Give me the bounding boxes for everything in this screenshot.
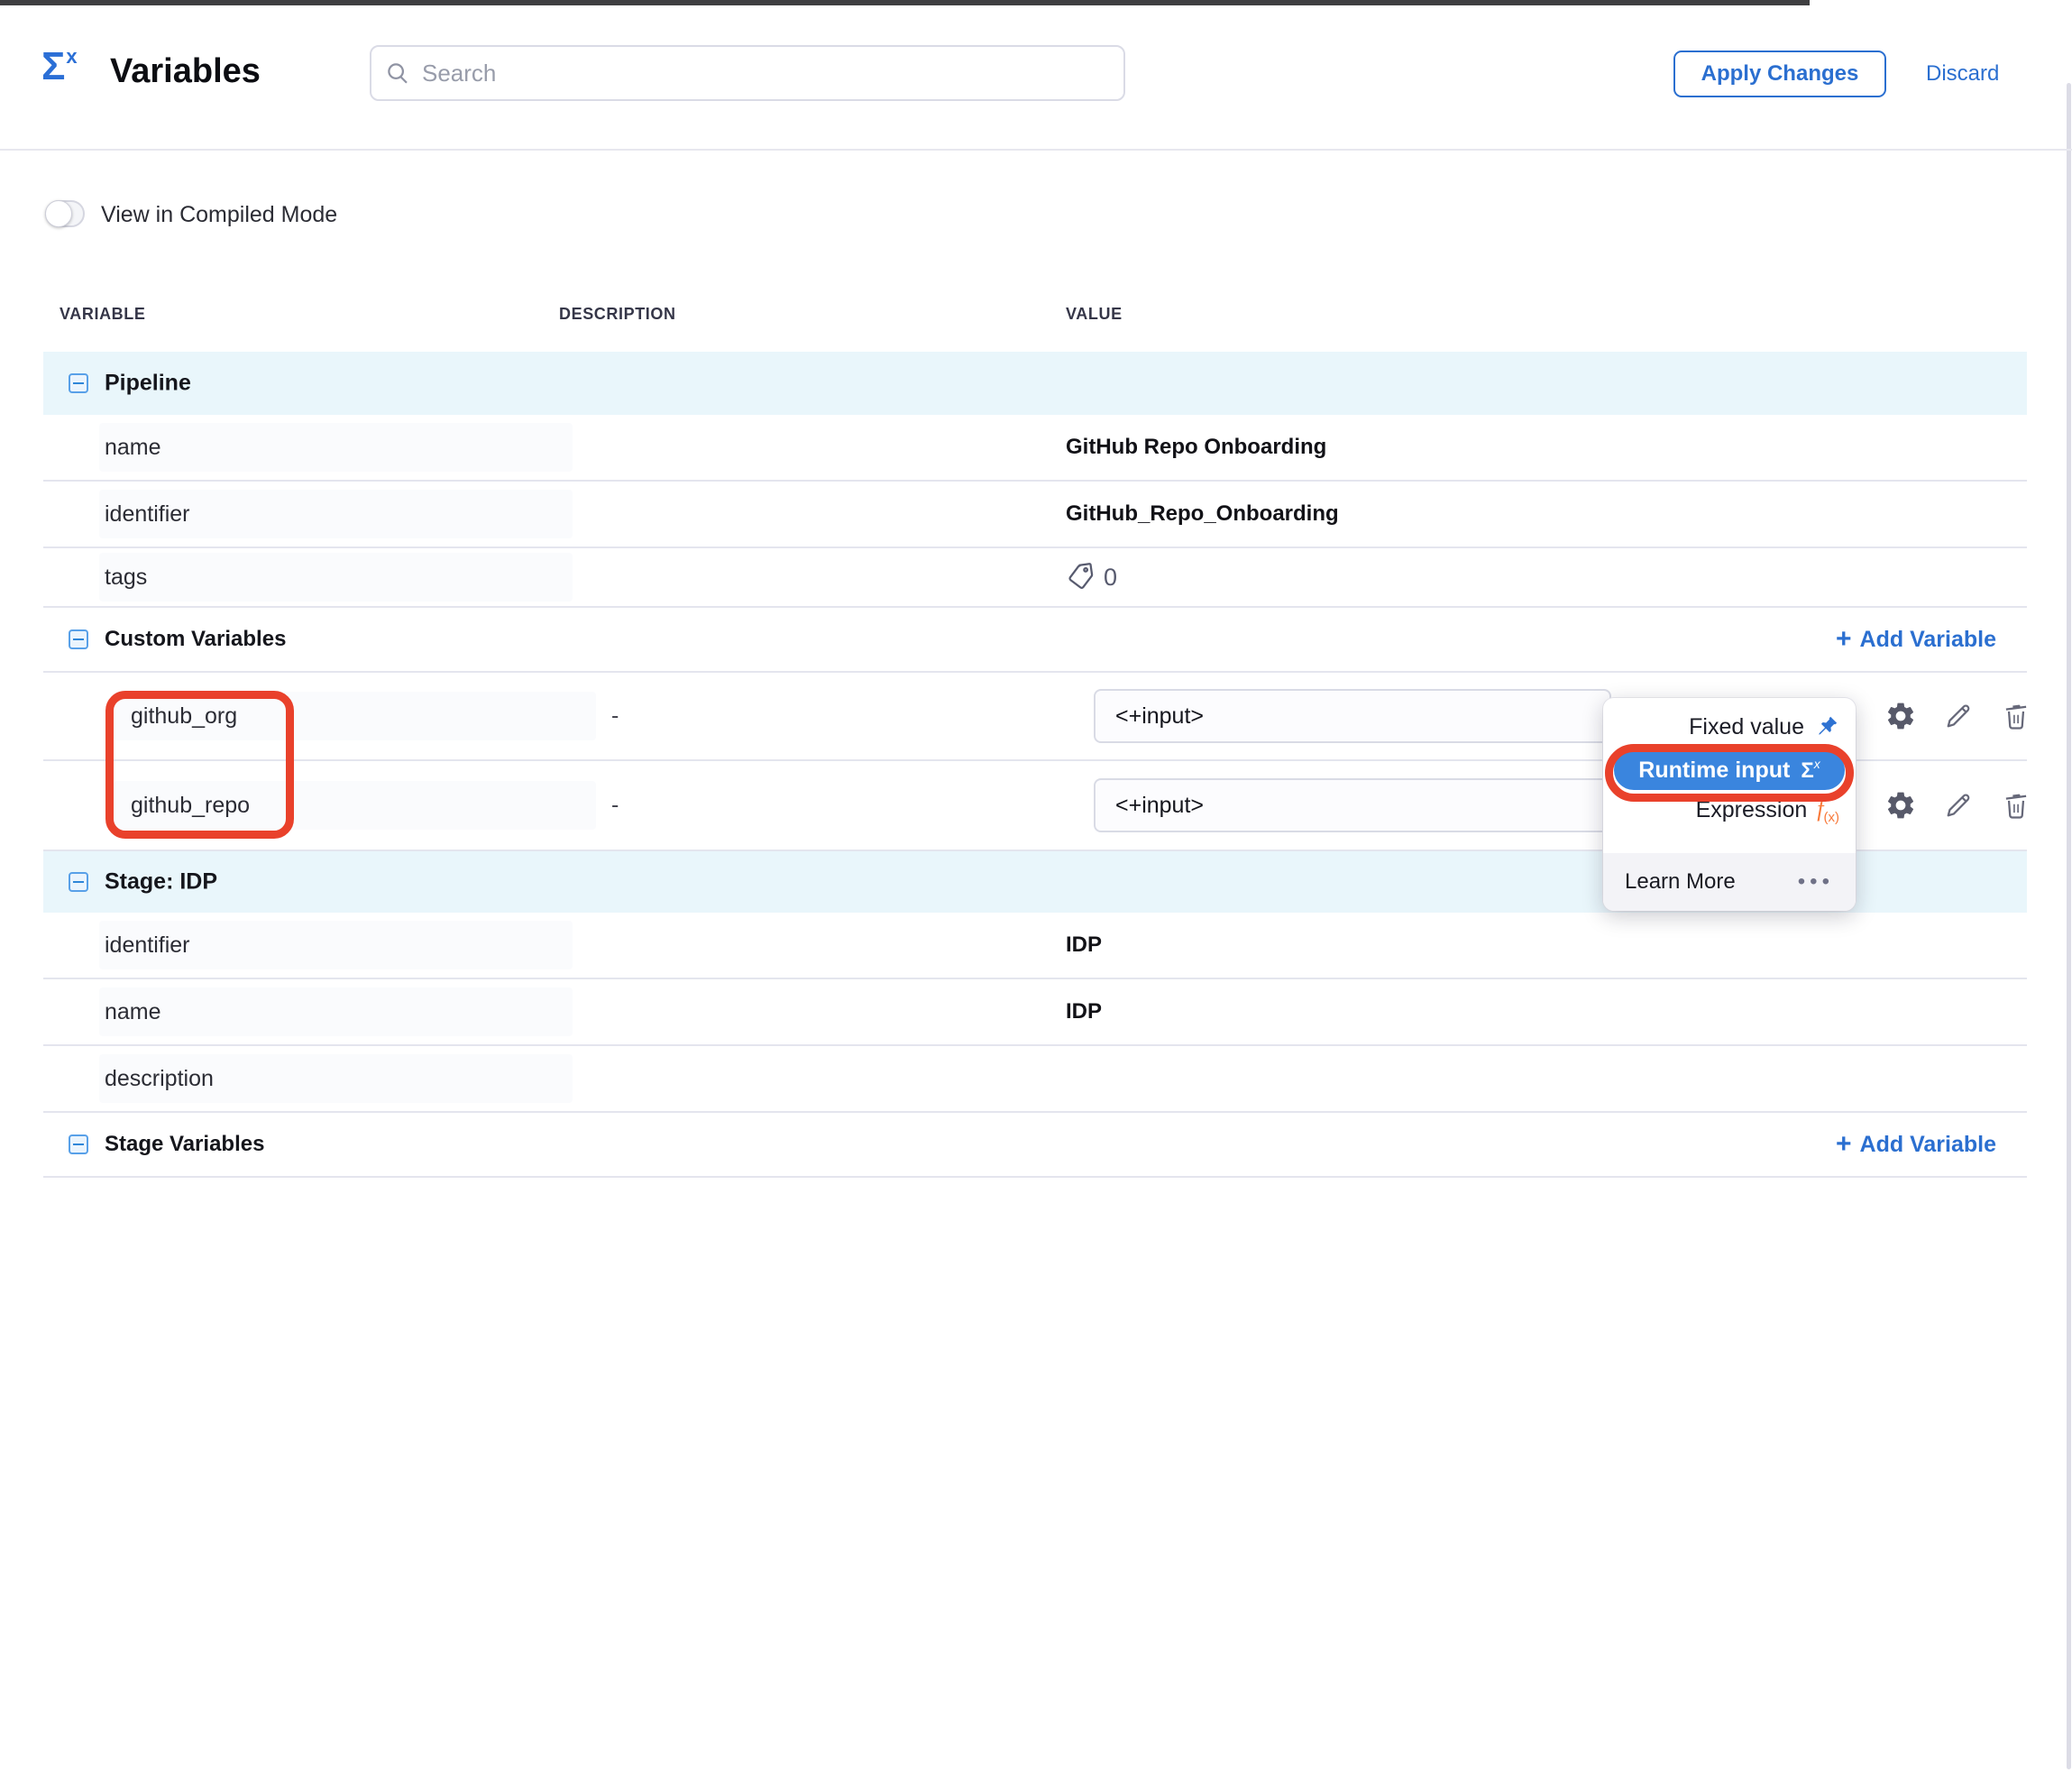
collapse-icon[interactable] <box>69 1134 88 1154</box>
header-divider <box>0 149 2072 151</box>
tags-count: 0 <box>1104 564 1117 592</box>
collapse-icon[interactable] <box>69 629 88 649</box>
section-title: Pipeline <box>105 371 191 397</box>
variable-name-chip: name <box>99 423 573 472</box>
delete-icon[interactable] <box>2000 789 2032 822</box>
column-header-variable: VARIABLE <box>60 305 145 324</box>
table-row-stage-description: description <box>43 1046 2027 1113</box>
variables-sigma-icon: Σx <box>41 47 78 87</box>
variable-name-chip: identifier <box>99 490 573 538</box>
variable-label: github_org <box>131 703 237 730</box>
add-variable-label: Add Variable <box>1860 1132 1996 1158</box>
section-row-custom-variables: Custom Variables + Add Variable <box>43 608 2027 673</box>
section-row-stage-variables: Stage Variables + Add Variable <box>43 1113 2027 1178</box>
variable-label: identifier <box>105 501 190 528</box>
variable-name-chip: github_repo <box>114 781 596 830</box>
settings-icon[interactable] <box>1884 700 1917 732</box>
window-top-strip <box>0 0 1810 5</box>
settings-icon[interactable] <box>1884 789 1917 822</box>
toggle-knob <box>45 200 72 227</box>
variable-label: identifier <box>105 932 190 959</box>
discard-button[interactable]: Discard <box>1926 61 1999 87</box>
variable-name-chip: tags <box>99 553 573 602</box>
variable-label: github_repo <box>131 793 250 819</box>
variable-label: name <box>105 435 161 461</box>
variable-label: description <box>105 1066 214 1092</box>
add-variable-button[interactable]: + Add Variable <box>1836 626 1996 653</box>
variable-name-chip: name <box>99 987 573 1036</box>
variable-value: IDP <box>1066 932 1102 958</box>
variable-label: name <box>105 999 161 1025</box>
sigma-x-icon: Σx <box>1801 757 1820 784</box>
variable-label: tags <box>105 565 147 591</box>
menu-item-label: Expression <box>1696 797 1808 823</box>
pin-icon <box>1814 714 1839 739</box>
edit-icon[interactable] <box>1942 700 1975 732</box>
input-value: <+input> <box>1115 793 1204 819</box>
variable-value: GitHub_Repo_Onboarding <box>1066 501 1339 527</box>
apply-changes-button[interactable]: Apply Changes <box>1673 51 1886 97</box>
section-title: Stage: IDP <box>105 869 217 896</box>
description-cell: - <box>611 703 619 730</box>
collapse-icon[interactable] <box>69 373 88 393</box>
value-type-menu: Fixed value Runtime input Σx Expression … <box>1603 698 1856 911</box>
menu-item-label: Fixed value <box>1689 714 1804 740</box>
plus-icon: + <box>1836 626 1852 653</box>
search-input[interactable] <box>422 60 1111 87</box>
table-row-pipeline-name: name GitHub Repo Onboarding <box>43 415 2027 482</box>
input-value: <+input> <box>1115 703 1204 730</box>
plus-icon: + <box>1836 1131 1852 1158</box>
variable-name-chip: github_org <box>114 692 596 740</box>
learn-more-link[interactable]: Learn More <box>1625 869 1736 895</box>
table-row-pipeline-identifier: identifier GitHub_Repo_Onboarding <box>43 482 2027 548</box>
variable-value: GitHub Repo Onboarding <box>1066 435 1326 460</box>
fx-icon: f(x) <box>1817 795 1839 825</box>
table-row-stage-identifier: identifier IDP <box>43 913 2027 979</box>
runtime-input-field[interactable]: <+input> <box>1094 689 1611 743</box>
menu-item-expression[interactable]: Expression f(x) <box>1603 790 1856 830</box>
variable-value: IDP <box>1066 999 1102 1024</box>
page-title: Variables <box>110 52 261 91</box>
search-icon <box>384 60 411 87</box>
menu-item-fixed-value[interactable]: Fixed value <box>1603 707 1856 747</box>
variable-name-chip: description <box>99 1054 573 1103</box>
edit-icon[interactable] <box>1942 789 1975 822</box>
column-header-description: DESCRIPTION <box>559 305 676 324</box>
add-variable-button[interactable]: + Add Variable <box>1836 1131 1996 1158</box>
section-title: Stage Variables <box>105 1132 264 1157</box>
table-row-stage-name: name IDP <box>43 979 2027 1046</box>
column-header-value: VALUE <box>1066 305 1123 324</box>
scrollbar-thumb[interactable] <box>2067 83 2071 1769</box>
search-box[interactable] <box>370 45 1125 101</box>
compiled-mode-toggle[interactable] <box>45 200 85 227</box>
collapse-icon[interactable] <box>69 872 88 892</box>
runtime-input-field[interactable]: <+input> <box>1094 778 1611 832</box>
tags-value: 0 <box>1064 561 1117 593</box>
delete-icon[interactable] <box>2000 700 2032 732</box>
section-title: Custom Variables <box>105 627 286 652</box>
table-row-pipeline-tags: tags 0 <box>43 548 2027 608</box>
add-variable-label: Add Variable <box>1860 627 1996 653</box>
menu-footer: Learn More ••• <box>1603 853 1856 911</box>
tag-icon <box>1062 559 1099 596</box>
variable-name-chip: identifier <box>99 921 573 969</box>
description-cell: - <box>611 793 619 819</box>
compiled-mode-label: View in Compiled Mode <box>101 202 337 228</box>
variables-panel: Σx Variables Apply Changes Discard View … <box>0 0 2072 1791</box>
menu-item-runtime-input[interactable]: Runtime input Σx <box>1614 750 1845 790</box>
menu-item-label: Runtime input <box>1638 758 1790 784</box>
more-options-dots[interactable]: ••• <box>1798 869 1834 895</box>
section-row-pipeline: Pipeline <box>43 352 2027 415</box>
